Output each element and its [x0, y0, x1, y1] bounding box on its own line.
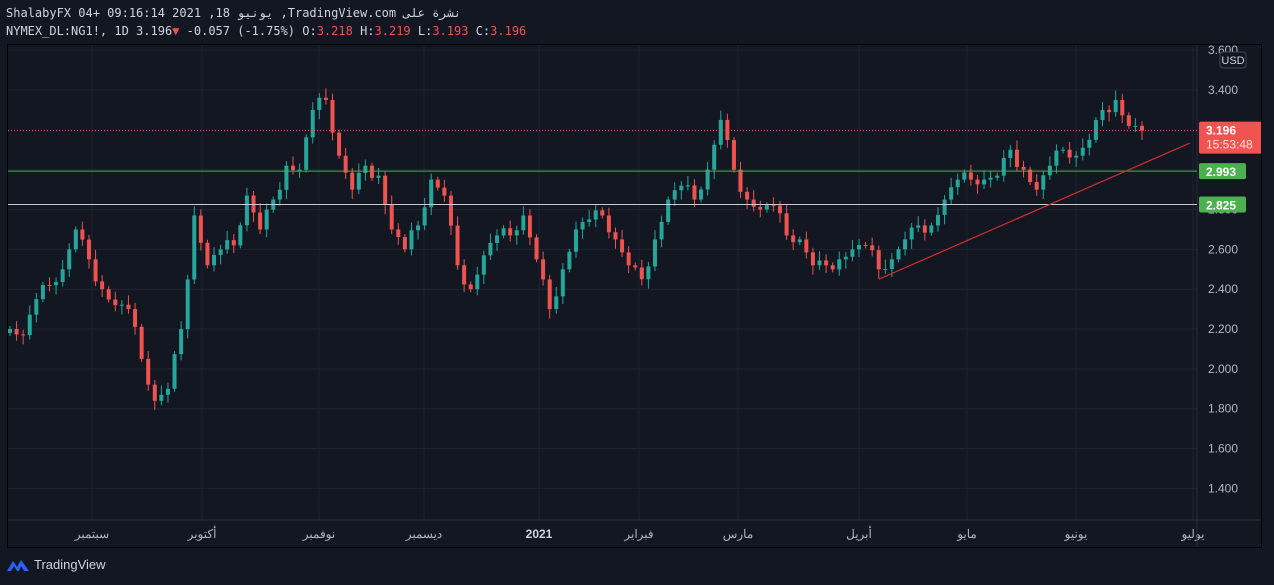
chart-frame: [7, 44, 1262, 548]
tradingview-logo[interactable]: TradingView: [6, 557, 106, 572]
tradingview-logo-text: TradingView: [34, 557, 106, 572]
tradingview-logo-icon: [7, 559, 29, 571]
